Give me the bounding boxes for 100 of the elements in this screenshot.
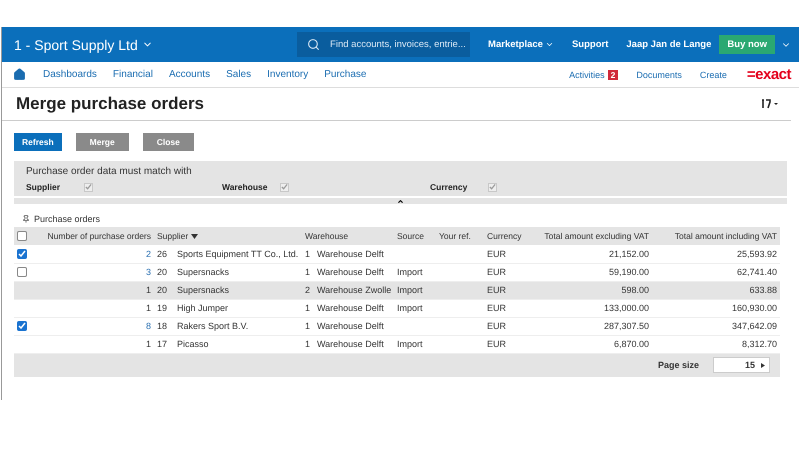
table-cell: Import xyxy=(394,281,436,299)
caret-right-icon[interactable] xyxy=(761,362,765,368)
checkbox[interactable] xyxy=(17,231,27,242)
nav-link[interactable]: Accounts xyxy=(168,69,210,80)
table-row[interactable]: 1 17 Picasso 1 Warehouse Delft Import EUR 6,870.00 8,312.70 xyxy=(14,335,780,353)
section-title: Purchase orders xyxy=(34,214,100,224)
table-cell: Warehouse Delft xyxy=(314,263,394,281)
nav-link[interactable]: Dashboards xyxy=(43,69,97,80)
table-cell: 26 xyxy=(154,245,174,263)
table-cell: 19 xyxy=(154,299,174,317)
table-cell: 25,593.92 xyxy=(652,245,780,263)
column-header[interactable]: Total amount including VAT xyxy=(652,227,780,245)
home-icon[interactable] xyxy=(13,68,26,81)
table-cell: Warehouse Delft xyxy=(314,245,394,263)
table-cell: 17 xyxy=(154,335,174,353)
table-cell: Sports Equipment TT Co., Ltd. xyxy=(174,245,302,263)
table-cell: 1 xyxy=(302,335,314,353)
table-cell: EUR xyxy=(484,299,534,317)
table-row[interactable]: 2 26 Sports Equipment TT Co., Ltd. 1 Warehouse Delft EUR 21,152.00 25,593.92 xyxy=(14,245,780,263)
option-label: Supplier xyxy=(26,182,62,192)
column-header[interactable]: Total amount excluding VAT xyxy=(534,227,652,245)
table-cell: Supersnacks xyxy=(174,263,302,281)
nav-link[interactable]: Documents xyxy=(636,70,682,80)
table-cell: 1 xyxy=(42,299,154,317)
checkbox[interactable] xyxy=(17,267,27,278)
table-cell: Import xyxy=(394,263,436,281)
page-size-label: Page size xyxy=(658,360,699,370)
table-cell: 18 xyxy=(154,317,174,335)
count-link[interactable]: 3 xyxy=(42,263,154,281)
table-cell: 1 xyxy=(302,245,314,263)
option-label: Warehouse xyxy=(222,182,269,192)
action-button[interactable]: Refresh xyxy=(14,133,62,151)
table-cell: EUR xyxy=(484,263,534,281)
table-cell: 20 xyxy=(154,263,174,281)
count-badge: 2 xyxy=(608,70,618,80)
table-cell: 59,190.00 xyxy=(534,263,652,281)
option-label: Currency xyxy=(430,182,468,192)
column-header[interactable]: Warehouse xyxy=(302,227,394,245)
table-cell: Warehouse Delft xyxy=(314,335,394,353)
buy-now-button[interactable]: Buy now xyxy=(719,35,775,54)
table-row[interactable]: 8 18 Rakers Sport B.V. 1 Warehouse Delft EUR 287,307.50 347,642.09 xyxy=(14,317,780,335)
nav-link[interactable]: Sales xyxy=(226,69,252,80)
table-cell: 2 xyxy=(302,281,314,299)
top-link[interactable]: Support xyxy=(572,39,608,50)
table-cell: 1 xyxy=(42,281,154,299)
nav-link[interactable]: Financial xyxy=(112,69,153,80)
table-cell: EUR xyxy=(484,317,534,335)
chevron-down-icon xyxy=(544,40,554,49)
column-header[interactable]: Currency xyxy=(484,227,534,245)
collapse-icon[interactable] xyxy=(397,198,404,204)
table-cell: 6,870.00 xyxy=(534,335,652,353)
table-cell: 1 xyxy=(302,263,314,281)
table-cell: 20 xyxy=(154,281,174,299)
table-cell: 133,000.00 xyxy=(534,299,652,317)
page-size-field[interactable]: 15 xyxy=(713,357,770,374)
nav-link[interactable]: Purchase xyxy=(324,69,366,80)
search-icon xyxy=(307,38,320,51)
table-cell: EUR xyxy=(484,281,534,299)
count-link[interactable]: 2 xyxy=(42,245,154,263)
pin-icon[interactable] xyxy=(22,215,30,223)
table-cell: 598.00 xyxy=(534,281,652,299)
table-cell: EUR xyxy=(484,245,534,263)
table-cell: 633.88 xyxy=(652,281,780,299)
table-cell: Import xyxy=(394,299,436,317)
table-cell: Warehouse Zwolle xyxy=(314,281,394,299)
company-switcher[interactable]: 1 - Sport Supply Ltd xyxy=(14,36,153,52)
table-cell: Import xyxy=(394,335,436,353)
table-cell: 8,312.70 xyxy=(652,335,780,353)
panel-heading: Purchase order data must match with xyxy=(26,166,193,177)
column-header[interactable]: Your ref. xyxy=(436,227,484,245)
table-cell: Warehouse Delft xyxy=(314,317,394,335)
table-cell: 347,642.09 xyxy=(652,317,780,335)
top-link[interactable]: Marketplace xyxy=(488,39,554,50)
table-cell: Warehouse Delft xyxy=(314,299,394,317)
table-cell: 1 xyxy=(42,335,154,353)
table-cell: EUR xyxy=(484,335,534,353)
table-cell: 1 xyxy=(302,317,314,335)
checkbox[interactable] xyxy=(17,321,27,332)
page-title: Merge purchase orders xyxy=(16,94,204,114)
count-link[interactable]: 8 xyxy=(42,317,154,335)
logo: =exact xyxy=(746,66,791,83)
nav-link[interactable]: Create xyxy=(700,70,727,80)
table-cell: Rakers Sport B.V. xyxy=(174,317,302,335)
column-header[interactable]: Supplier xyxy=(154,227,302,245)
action-button[interactable]: Merge xyxy=(76,133,129,151)
table-cell: High Jumper xyxy=(174,299,302,317)
table-cell: 21,152.00 xyxy=(534,245,652,263)
checkbox[interactable] xyxy=(17,249,27,260)
column-header[interactable]: Number of purchase orders xyxy=(42,227,154,245)
action-button[interactable]: Close xyxy=(142,133,194,151)
table-cell: 287,307.50 xyxy=(534,317,652,335)
column-header[interactable]: Source xyxy=(394,227,436,245)
user-name[interactable]: Jaap Jan de Lange xyxy=(626,39,712,50)
nav-link[interactable]: Inventory xyxy=(267,69,308,80)
table-row[interactable]: 3 20 Supersnacks 1 Warehouse Delft Import EUR 59,190.00 62,741.40 xyxy=(14,263,780,281)
table-row[interactable]: 1 19 High Jumper 1 Warehouse Delft Import EUR 133,000.00 160,930.00 xyxy=(14,299,780,317)
table-cell: Supersnacks xyxy=(174,281,302,299)
table-cell: 160,930.00 xyxy=(652,299,780,317)
search-field[interactable]: Find accounts, invoices, entrie... xyxy=(297,32,470,57)
activities-link[interactable]: Activities 2 xyxy=(569,70,618,80)
